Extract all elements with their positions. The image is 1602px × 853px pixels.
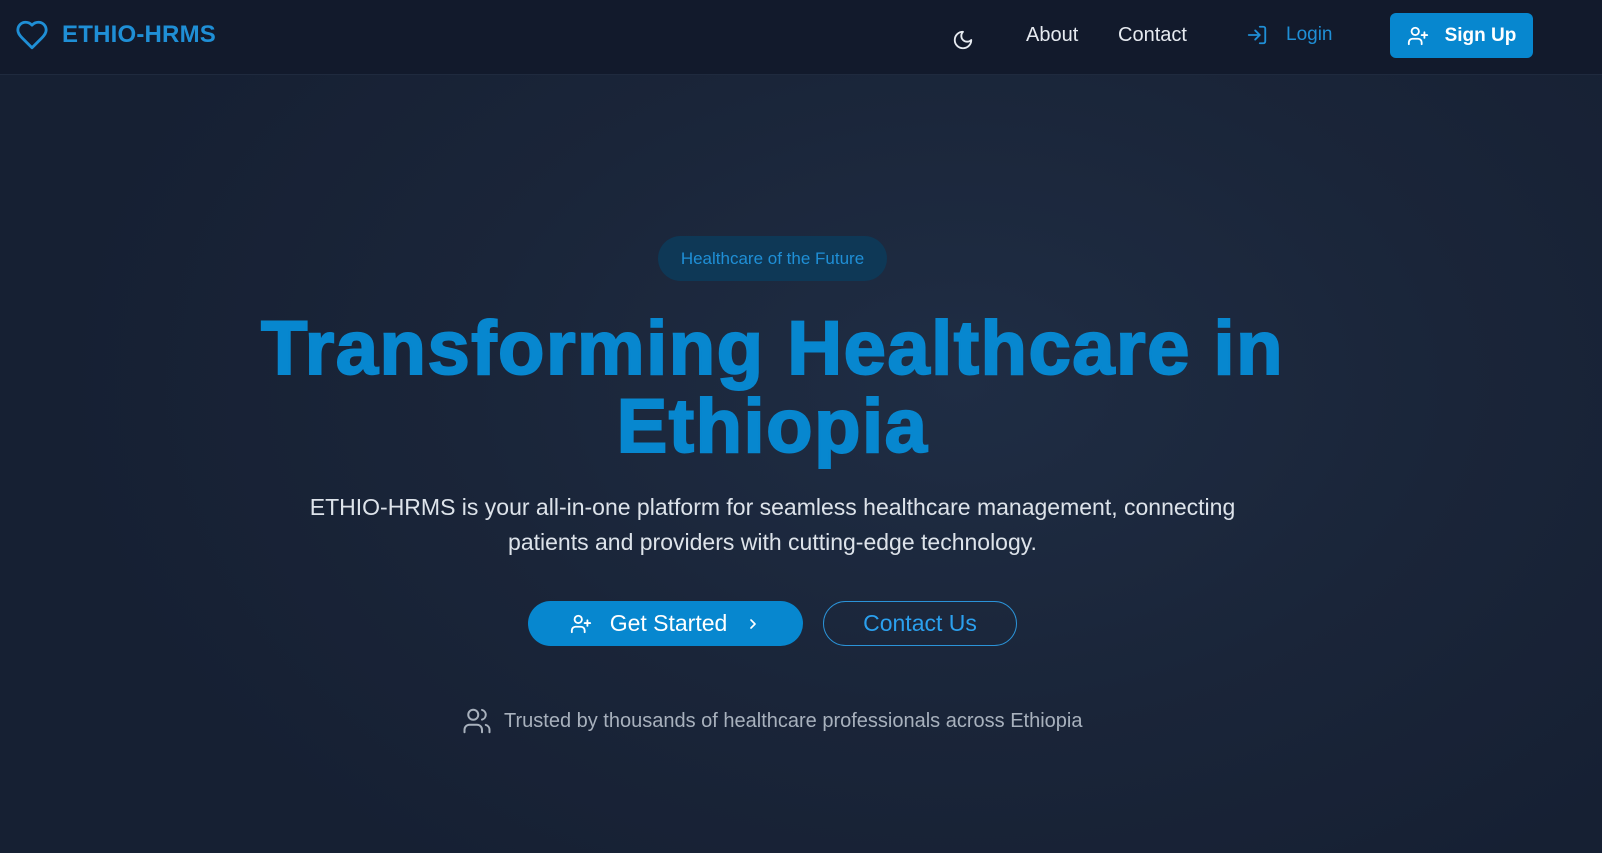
user-plus-icon xyxy=(570,614,591,633)
get-started-button[interactable]: Get Started xyxy=(528,601,803,646)
hero-title: Transforming Healthcare in Ethiopia xyxy=(0,306,1545,469)
nav-about-link[interactable]: About xyxy=(1026,22,1078,48)
hero-title-line-1: Transforming Healthcare in xyxy=(260,306,1285,391)
hero-badge: Healthcare of the Future xyxy=(658,236,887,281)
hero-description: ETHIO-HRMS is your all-in-one platform f… xyxy=(309,494,1236,555)
sign-up-button[interactable]: Sign Up xyxy=(1390,13,1533,58)
brand-logo-link[interactable]: ETHIO-HRMS xyxy=(14,16,216,54)
users-icon xyxy=(463,708,491,734)
landing-page: ETHIO-HRMS About Contact Login Sign Up H… xyxy=(0,0,1602,853)
login-link[interactable]: Login xyxy=(1246,22,1333,48)
log-in-icon xyxy=(1247,25,1267,45)
navbar: ETHIO-HRMS About Contact Login Sign Up xyxy=(0,0,1602,75)
chevron-right-icon xyxy=(750,618,757,629)
nav-contact-link[interactable]: Contact xyxy=(1118,22,1187,48)
contact-us-button[interactable]: Contact Us xyxy=(823,601,1017,646)
contact-us-label: Contact Us xyxy=(863,610,977,636)
get-started-label: Get Started xyxy=(609,610,728,636)
moon-icon xyxy=(953,30,973,50)
brand-name: ETHIO-HRMS xyxy=(62,21,216,48)
sign-up-label: Sign Up xyxy=(1444,24,1517,46)
trust-statement: Trusted by thousands of healthcare profe… xyxy=(462,706,1082,736)
user-plus-icon xyxy=(1407,26,1428,45)
hero-title-line-2: Ethiopia xyxy=(616,384,929,469)
theme-toggle-button[interactable] xyxy=(944,21,982,59)
trust-text: Trusted by thousands of healthcare profe… xyxy=(504,709,1083,732)
heart-icon xyxy=(16,20,48,50)
login-label: Login xyxy=(1286,24,1333,45)
